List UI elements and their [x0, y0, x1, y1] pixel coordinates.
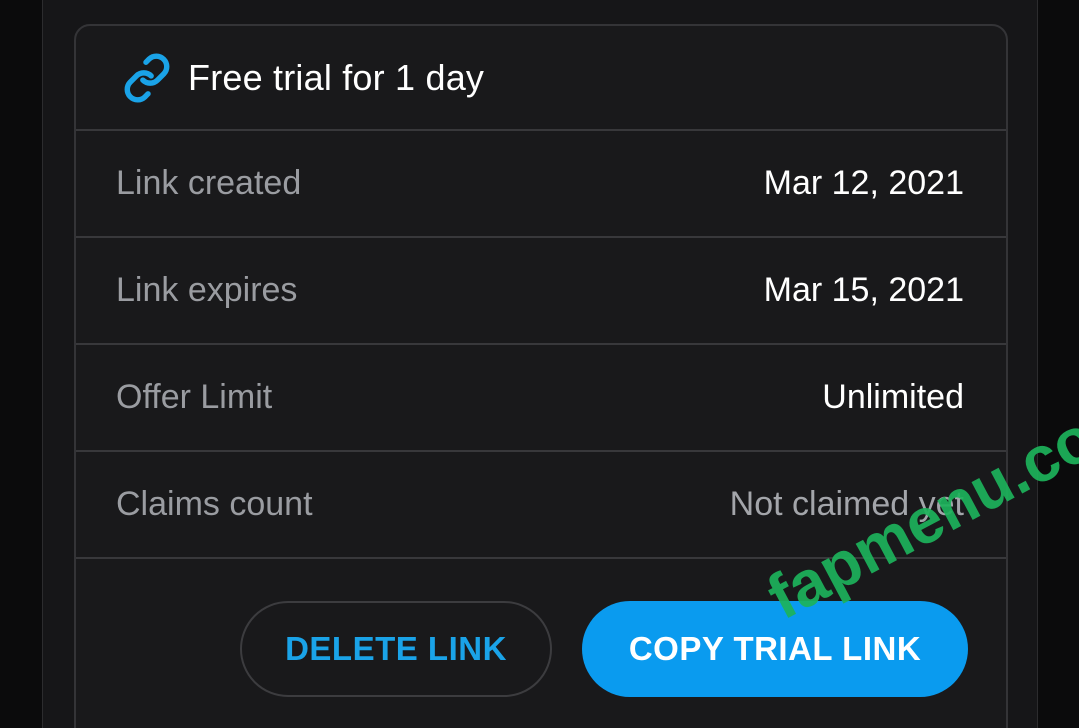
trial-link-card: Free trial for 1 day Link created Mar 12…	[74, 24, 1008, 728]
link-expires-value: Mar 15, 2021	[763, 271, 964, 309]
detail-row-claims-count: Claims count Not claimed yet	[76, 452, 1006, 559]
link-icon	[122, 52, 172, 103]
detail-row-offer-limit: Offer Limit Unlimited	[76, 345, 1006, 452]
screen: Free trial for 1 day Link created Mar 12…	[0, 0, 1079, 728]
link-created-value: Mar 12, 2021	[763, 164, 964, 202]
claims-count-value: Not claimed yet	[729, 485, 964, 523]
detail-row-link-created: Link created Mar 12, 2021	[76, 131, 1006, 238]
copy-trial-link-button[interactable]: COPY TRIAL LINK	[582, 601, 968, 697]
offer-limit-label: Offer Limit	[116, 378, 273, 416]
card-header: Free trial for 1 day	[76, 26, 1006, 131]
card-actions: DELETE LINK COPY TRIAL LINK	[76, 559, 1006, 719]
card-title: Free trial for 1 day	[188, 56, 485, 98]
link-created-label: Link created	[116, 164, 302, 202]
link-expires-label: Link expires	[116, 271, 298, 309]
detail-row-link-expires: Link expires Mar 15, 2021	[76, 238, 1006, 345]
claims-count-label: Claims count	[116, 485, 313, 523]
offer-limit-value: Unlimited	[822, 378, 964, 416]
delete-link-button[interactable]: DELETE LINK	[240, 601, 552, 697]
